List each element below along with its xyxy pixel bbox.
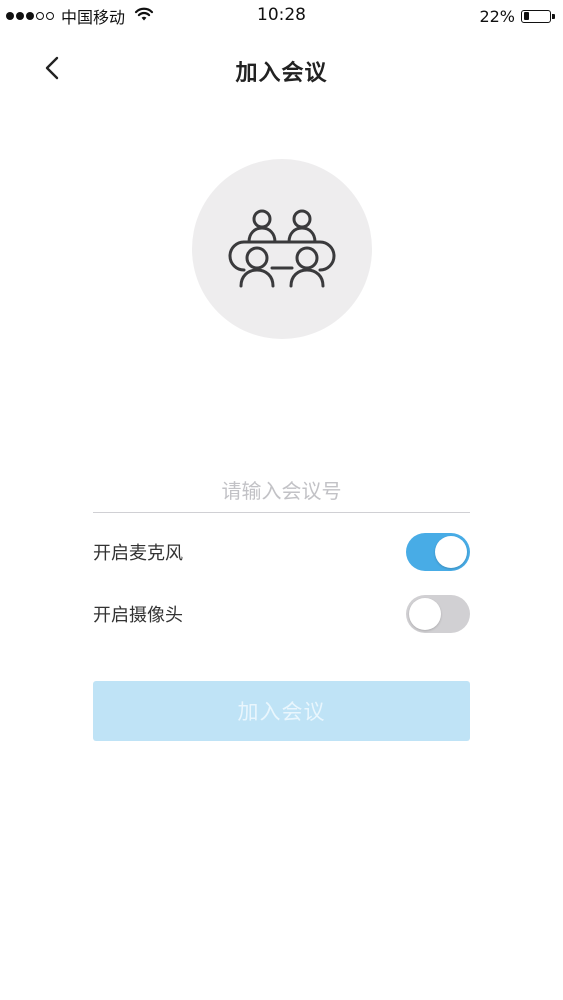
status-right: 22%: [479, 5, 555, 27]
microphone-label: 开启麦克风: [93, 543, 183, 564]
navigation-bar: 加入会议: [0, 40, 563, 100]
microphone-row: 开启麦克风: [93, 532, 470, 572]
microphone-toggle[interactable]: [406, 533, 470, 571]
toggle-knob: [409, 598, 441, 630]
page-title: 加入会议: [235, 61, 328, 86]
camera-row: 开启摄像头: [93, 594, 470, 634]
meeting-id-field: [93, 472, 470, 513]
camera-label: 开启摄像头: [93, 605, 183, 626]
battery-icon: [521, 9, 555, 23]
meeting-people-icon: [224, 206, 340, 292]
meeting-illustration: [192, 159, 372, 339]
battery-level: [523, 12, 529, 20]
toggle-knob: [435, 536, 467, 568]
battery-percent: 22%: [479, 6, 515, 26]
join-meeting-button[interactable]: 加入会议: [93, 681, 470, 741]
camera-toggle[interactable]: [406, 595, 470, 633]
meeting-id-input[interactable]: [93, 472, 470, 510]
status-bar: 中国移动 10:28 22%: [0, 0, 563, 32]
